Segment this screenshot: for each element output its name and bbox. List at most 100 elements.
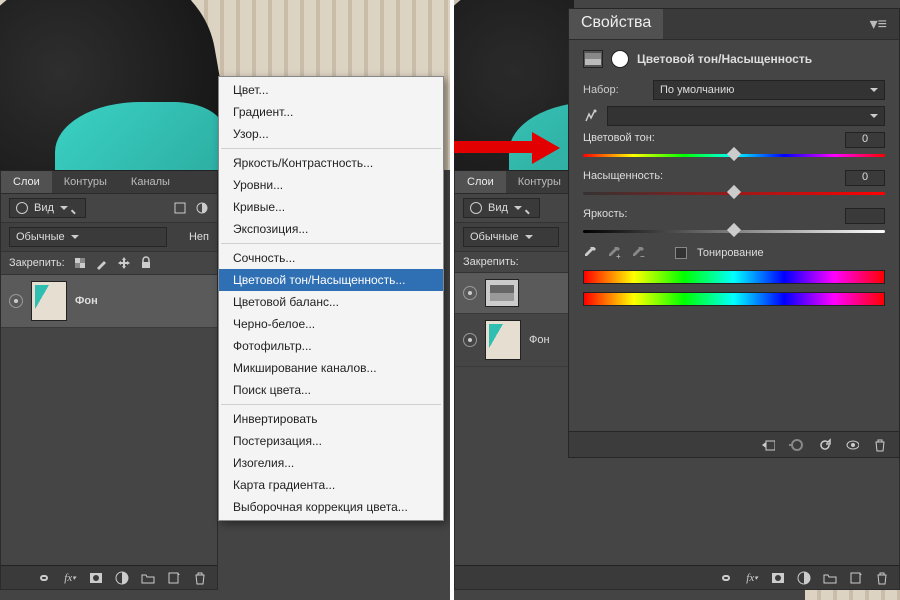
tab-layers[interactable]: Слои xyxy=(455,171,506,193)
panel-menu-icon[interactable]: ▾≡ xyxy=(858,9,899,39)
menu-item[interactable]: Экспозиция... xyxy=(219,218,443,240)
menu-item[interactable]: Черно-белое... xyxy=(219,313,443,335)
preset-select[interactable]: По умолчанию xyxy=(653,80,885,100)
view-previous-icon[interactable] xyxy=(789,438,803,452)
menu-item[interactable]: Сочность... xyxy=(219,247,443,269)
new-adjustment-menu: Цвет...Градиент...Узор... Яркость/Контрас… xyxy=(218,76,444,521)
menu-item[interactable]: Инвертировать xyxy=(219,408,443,430)
adjustment-icon[interactable] xyxy=(797,571,811,585)
lightness-value[interactable] xyxy=(845,208,885,224)
menu-item[interactable]: Изогелия... xyxy=(219,452,443,474)
hue-slider[interactable] xyxy=(583,150,885,160)
hue-value[interactable]: 0 xyxy=(845,132,885,148)
menu-item[interactable]: Цвет... xyxy=(219,79,443,101)
eyedropper-icon[interactable] xyxy=(583,246,597,260)
toggle-visibility-icon[interactable] xyxy=(845,438,859,452)
visibility-toggle[interactable] xyxy=(463,333,477,347)
new-layer-icon[interactable] xyxy=(849,571,863,585)
lock-move-icon[interactable] xyxy=(117,256,131,270)
clip-to-layer-icon[interactable] xyxy=(761,438,775,452)
menu-item[interactable]: Узор... xyxy=(219,123,443,145)
preset-label: Набор: xyxy=(583,84,643,96)
menu-item[interactable]: Фотофильтр... xyxy=(219,335,443,357)
chevron-down-icon xyxy=(870,114,878,118)
chevron-down-icon xyxy=(60,206,68,210)
layer-filter-kind[interactable]: Вид xyxy=(9,198,86,218)
properties-panel: ◂◂ ✕ Свойства ▾≡ Цветовой тон/Насыщеннос… xyxy=(568,8,900,458)
filter-pixel-icon[interactable] xyxy=(173,201,187,215)
menu-item[interactable]: Карта градиента... xyxy=(219,474,443,496)
menu-item[interactable]: Уровни... xyxy=(219,174,443,196)
lock-label: Закрепить: xyxy=(9,257,65,269)
lock-label: Закрепить: xyxy=(463,256,519,268)
properties-title: Цветовой тон/Насыщенность xyxy=(637,52,812,66)
tab-paths[interactable]: Контуры xyxy=(52,171,119,193)
tab-layers[interactable]: Слои xyxy=(1,171,52,193)
reset-icon[interactable] xyxy=(817,438,831,452)
new-layer-icon[interactable] xyxy=(167,571,181,585)
hue-label: Цветовой тон: xyxy=(583,132,655,148)
layers-panel: Слои Контуры Каналы Вид Обычные xyxy=(0,170,218,590)
mask-icon[interactable] xyxy=(611,50,629,68)
layers-footer: fx▾ xyxy=(1,565,217,589)
mask-icon[interactable] xyxy=(89,571,103,585)
lock-brush-icon[interactable] xyxy=(95,256,109,270)
mask-icon[interactable] xyxy=(771,571,785,585)
menu-item[interactable]: Выборочная коррекция цвета... xyxy=(219,496,443,518)
filter-adjust-icon[interactable] xyxy=(195,201,209,215)
sat-value[interactable]: 0 xyxy=(845,170,885,186)
annotation-arrow xyxy=(454,132,574,160)
menu-item[interactable]: Поиск цвета... xyxy=(219,379,443,401)
lock-pixels-icon[interactable] xyxy=(73,256,87,270)
link-icon[interactable] xyxy=(719,571,733,585)
color-range-select[interactable] xyxy=(607,106,885,126)
folder-icon[interactable] xyxy=(823,571,837,585)
adjustment-type-icon xyxy=(583,50,603,68)
chevron-down-icon xyxy=(71,235,79,239)
layers-footer: fx▾ xyxy=(455,565,899,589)
menu-item[interactable]: Микширование каналов... xyxy=(219,357,443,379)
fx-icon[interactable]: fx▾ xyxy=(745,571,759,585)
panel-collapse-icon[interactable]: ◂◂ ✕ xyxy=(868,0,895,2)
lightness-label: Яркость: xyxy=(583,208,627,224)
filter-label: Вид xyxy=(488,202,508,214)
tab-paths[interactable]: Контуры xyxy=(506,171,573,193)
sat-slider[interactable] xyxy=(583,188,885,198)
layer-row-background[interactable]: Фон xyxy=(1,275,217,328)
menu-item[interactable]: Кривые... xyxy=(219,196,443,218)
menu-item[interactable]: Градиент... xyxy=(219,101,443,123)
visibility-toggle[interactable] xyxy=(463,286,477,300)
chevron-down-icon xyxy=(870,88,878,92)
svg-text:+: + xyxy=(616,252,621,260)
layer-thumbnail[interactable] xyxy=(31,281,67,321)
eyedropper-sub-icon[interactable]: − xyxy=(631,246,645,260)
lightness-slider[interactable] xyxy=(583,226,885,236)
menu-item[interactable]: Яркость/Контрастность... xyxy=(219,152,443,174)
blend-mode-select[interactable]: Обычные xyxy=(9,227,167,247)
tab-channels[interactable]: Каналы xyxy=(119,171,182,193)
lock-all-icon[interactable] xyxy=(139,256,153,270)
layer-thumbnail[interactable] xyxy=(485,320,521,360)
adjustment-icon[interactable] xyxy=(115,571,129,585)
spectrum-input[interactable] xyxy=(583,270,885,284)
targeted-adjust-icon[interactable] xyxy=(583,109,597,123)
trash-icon[interactable] xyxy=(875,571,889,585)
menu-item[interactable]: Цветовой тон/Насыщенность... xyxy=(219,269,443,291)
visibility-toggle[interactable] xyxy=(9,294,23,308)
adjustment-thumbnail[interactable] xyxy=(485,279,519,307)
link-icon[interactable] xyxy=(37,571,51,585)
folder-icon[interactable] xyxy=(141,571,155,585)
tab-properties[interactable]: Свойства xyxy=(569,9,663,39)
fx-icon[interactable]: fx▾ xyxy=(63,571,77,585)
menu-item[interactable]: Цветовой баланс... xyxy=(219,291,443,313)
layer-filter-kind[interactable]: Вид xyxy=(463,198,540,218)
menu-item[interactable]: Постеризация... xyxy=(219,430,443,452)
layer-name: Фон xyxy=(529,334,550,346)
colorize-checkbox[interactable] xyxy=(675,247,687,259)
trash-icon[interactable] xyxy=(193,571,207,585)
trash-icon[interactable] xyxy=(873,438,887,452)
chevron-down-icon xyxy=(525,235,533,239)
preset-value: По умолчанию xyxy=(660,84,734,96)
eyedropper-add-icon[interactable]: + xyxy=(607,246,621,260)
blend-mode-select[interactable]: Обычные xyxy=(463,227,559,247)
